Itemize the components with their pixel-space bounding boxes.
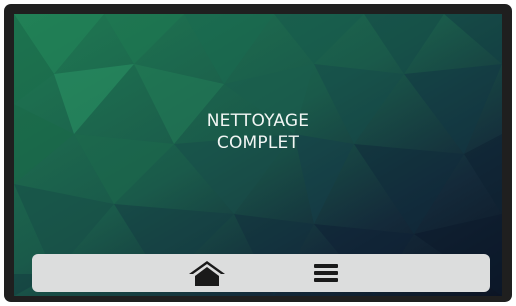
menu-icon [314, 264, 338, 282]
display-screen: NETTOYAGE COMPLET [14, 14, 502, 296]
home-button[interactable] [183, 258, 231, 288]
status-message-line-2: COMPLET [216, 133, 300, 153]
device-bezel: NETTOYAGE COMPLET [4, 4, 512, 302]
home-icon [189, 261, 225, 286]
bottom-nav-bar [32, 254, 490, 292]
menu-button[interactable] [302, 258, 350, 288]
status-message-line-1: NETTOYAGE [206, 111, 310, 131]
status-message: NETTOYAGE COMPLET [14, 110, 502, 154]
